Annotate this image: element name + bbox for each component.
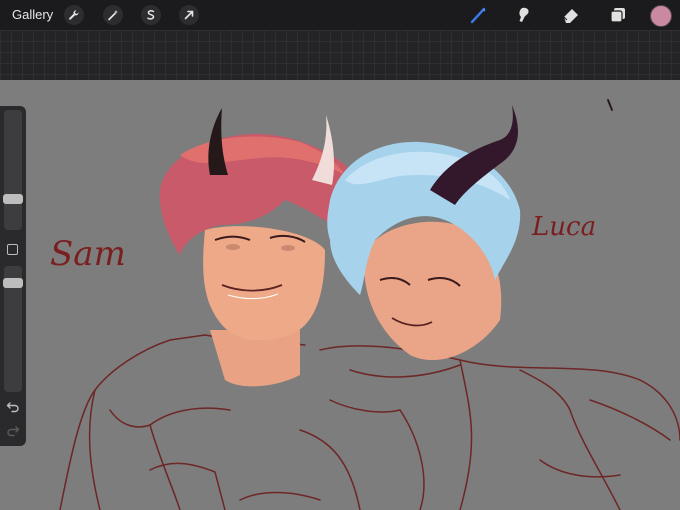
artwork-illustration: Sam Luca	[50, 99, 680, 510]
transform-arrow-icon[interactable]	[179, 5, 199, 25]
smudge-icon[interactable]	[513, 4, 535, 26]
brush-size-thumb[interactable]	[3, 194, 23, 204]
brush-icon[interactable]	[468, 4, 490, 26]
opacity-thumb[interactable]	[3, 278, 23, 288]
eraser-icon[interactable]	[560, 4, 582, 26]
magic-wand-icon[interactable]	[103, 5, 123, 25]
undo-icon[interactable]	[6, 400, 20, 414]
label-luca: Luca	[531, 212, 596, 242]
wrench-icon[interactable]	[64, 5, 84, 25]
top-toolbar: Gallery	[0, 0, 680, 30]
modify-square-icon[interactable]	[7, 244, 18, 255]
transparent-canvas-area	[0, 30, 680, 80]
left-sidebar	[0, 106, 26, 446]
label-sam: Sam	[50, 234, 126, 274]
color-picker-swatch[interactable]	[650, 5, 672, 27]
layers-icon[interactable]	[607, 4, 629, 26]
brush-size-slider[interactable]	[4, 110, 22, 230]
gallery-button[interactable]: Gallery	[12, 7, 53, 22]
selection-icon[interactable]	[141, 5, 161, 25]
redo-icon[interactable]	[6, 424, 20, 438]
